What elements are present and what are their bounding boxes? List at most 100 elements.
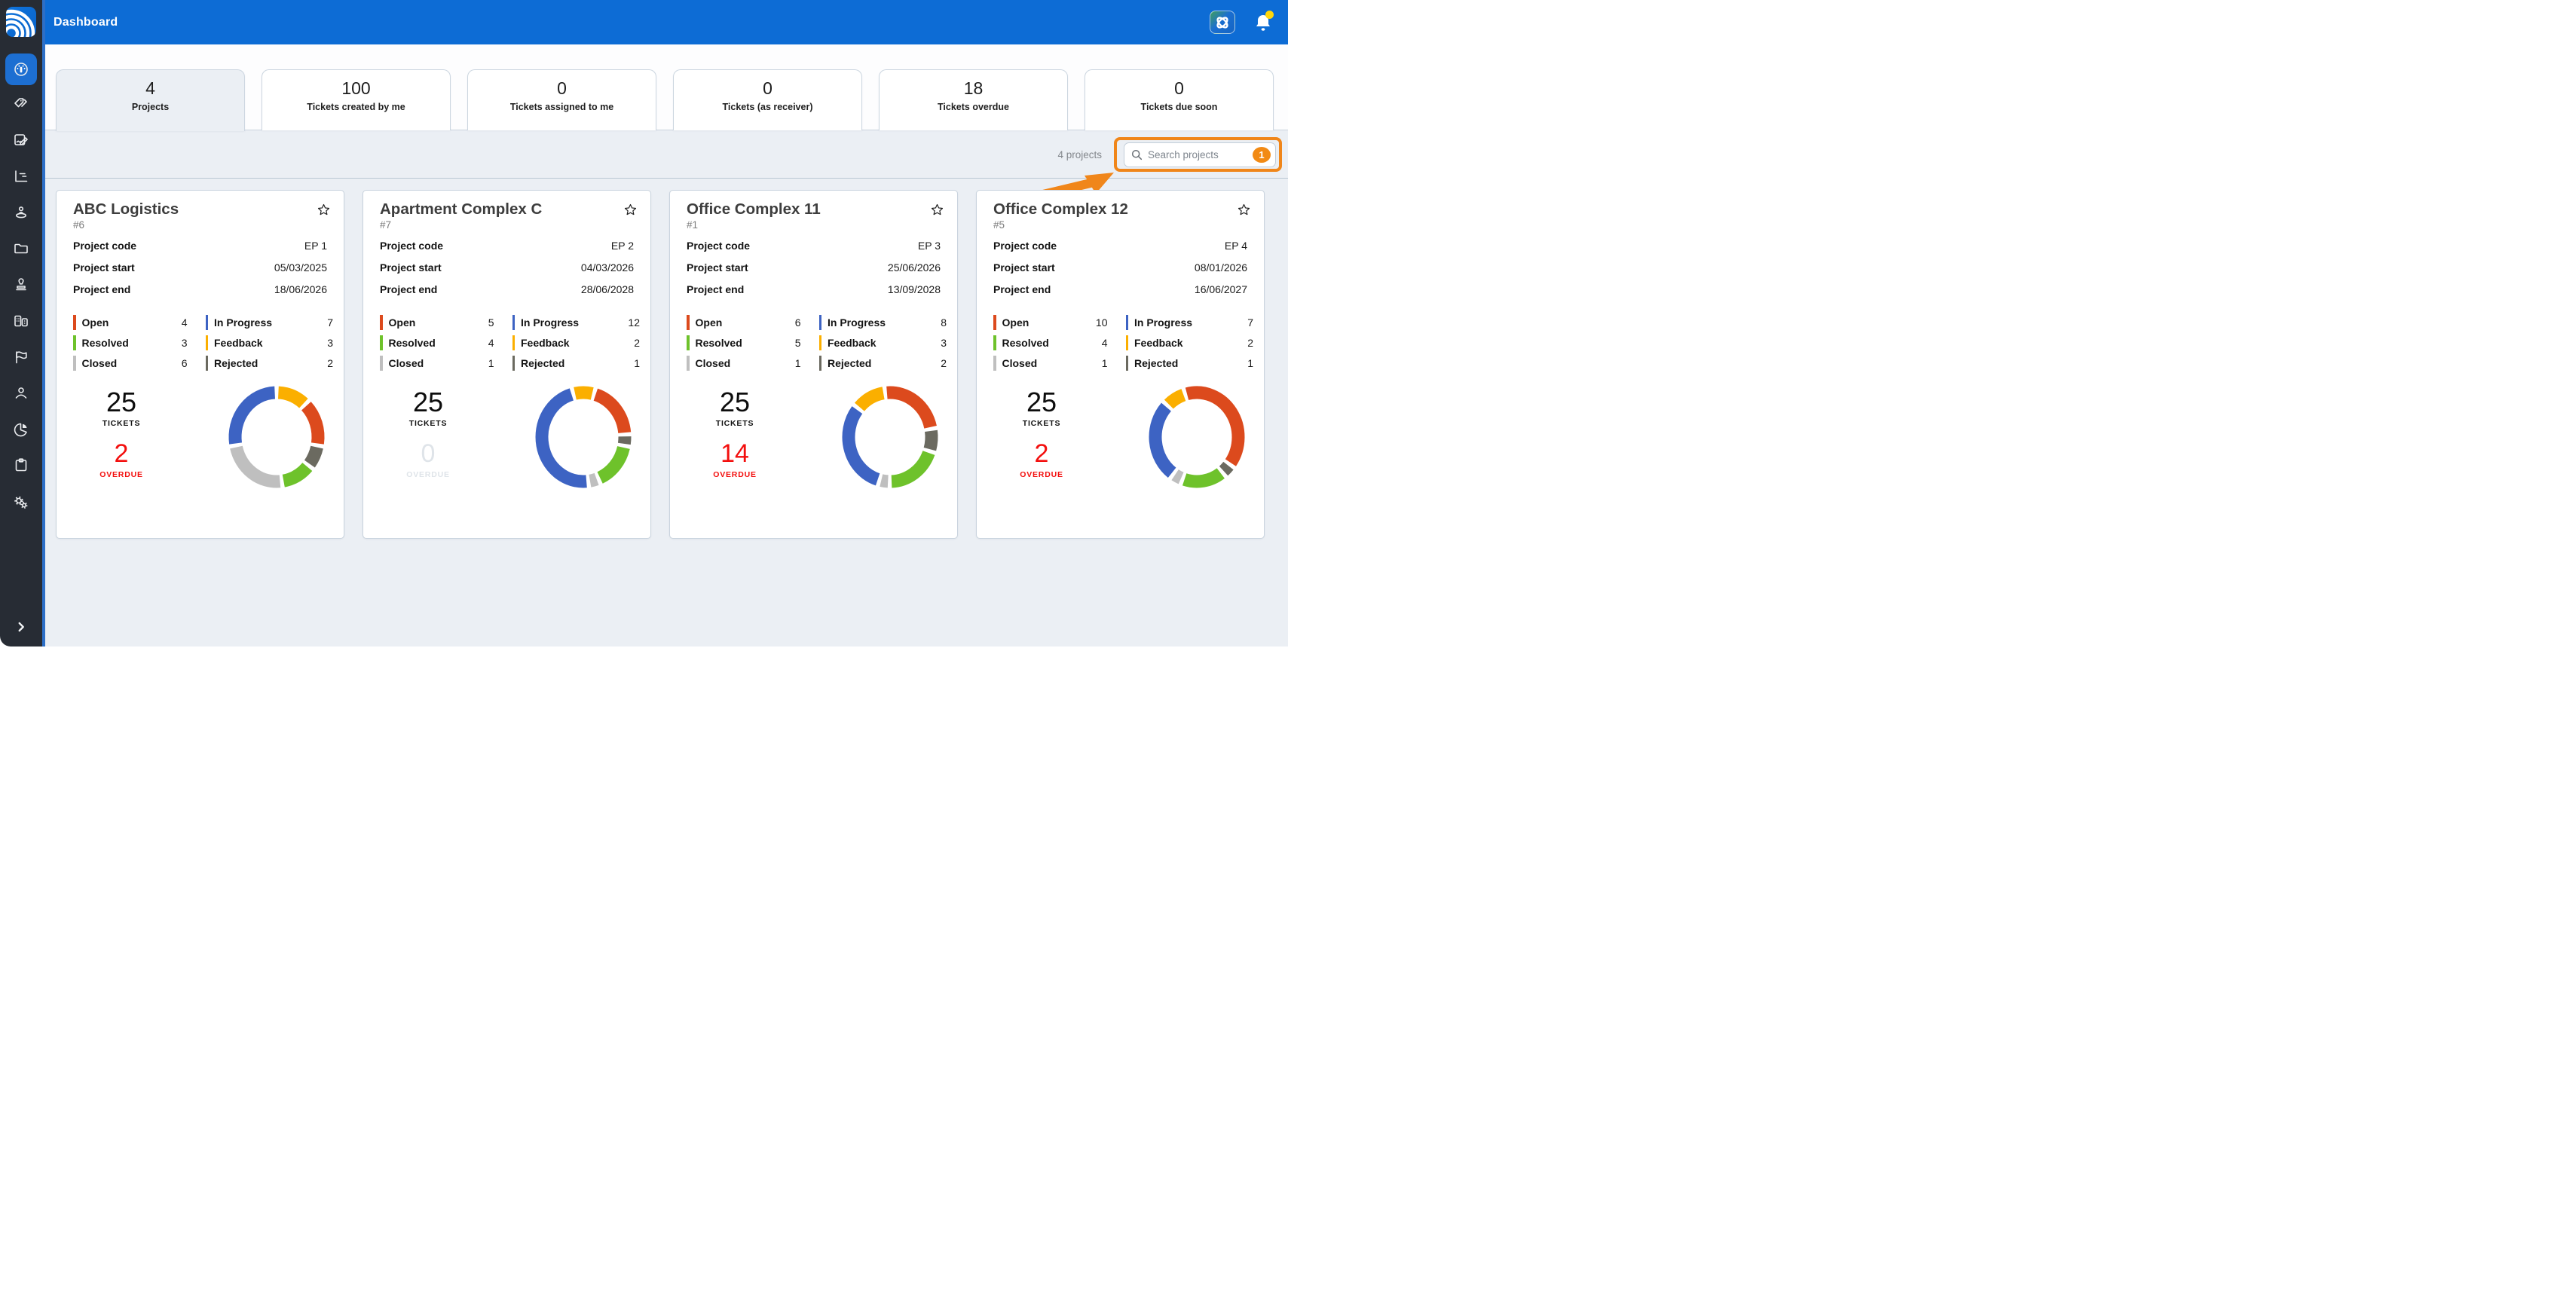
legend-row-rejected: Rejected1 (1126, 353, 1259, 373)
stat-tab-projects[interactable]: 4 Projects (56, 69, 245, 131)
notifications-button[interactable] (1255, 14, 1271, 32)
sidebar-item-buildings[interactable] (0, 304, 42, 338)
legend-label: Closed (82, 357, 118, 369)
legend-row-rejected: Rejected2 (819, 353, 952, 373)
stat-tab-value: 18 (880, 78, 1067, 99)
favorite-star-button[interactable] (930, 203, 944, 221)
project-code-value: EP 1 (304, 240, 327, 252)
logo-arcs-icon (6, 7, 36, 37)
favorite-star-button[interactable] (1237, 203, 1251, 221)
sidebar-item-chart[interactable] (0, 160, 42, 193)
ticket-status-donut-chart (527, 381, 640, 496)
sign-document-icon (13, 132, 29, 148)
legend-row-open: Open10 (993, 312, 1126, 332)
donut-segment-open (595, 395, 624, 433)
legend-row-in_progress: In Progress7 (206, 312, 338, 332)
legend-color-bar (819, 315, 822, 330)
dashboard-icon (13, 61, 29, 78)
legend-count: 2 (1247, 337, 1253, 349)
legend-count: 12 (628, 316, 640, 329)
overdue-block: 0 OVERDUE (383, 440, 473, 478)
sidebar-item-user[interactable] (0, 377, 42, 410)
project-code-value: EP 4 (1225, 240, 1247, 252)
stat-tab-tickets-assigned-to-me[interactable]: 0 Tickets assigned to me (467, 69, 656, 130)
project-card[interactable]: Apartment Complex C #7 Project code EP 2… (363, 190, 651, 539)
project-card[interactable]: Office Complex 12 #5 Project code EP 4 P… (976, 190, 1265, 539)
tickets-total-label: TICKETS (996, 419, 1087, 428)
legend-label: Rejected (214, 357, 258, 369)
legend-count: 2 (634, 337, 640, 349)
legend-row-open: Open4 (73, 312, 206, 332)
stat-tab-value: 4 (57, 78, 244, 99)
project-card[interactable]: Office Complex 11 #1 Project code EP 3 P… (669, 190, 958, 539)
project-end-value: 18/06/2026 (274, 283, 327, 295)
stat-tab-label: Tickets due soon (1085, 102, 1273, 112)
legend-row-in_progress: In Progress7 (1126, 312, 1259, 332)
project-end-value: 28/06/2028 (581, 283, 634, 295)
donut-segment-feedback (859, 393, 883, 407)
legend-row-resolved: Resolved4 (993, 332, 1126, 353)
donut-segment-in_progress (542, 394, 586, 481)
tickets-total-value: 25 (76, 387, 167, 417)
sidebar-item-person-location[interactable] (0, 196, 42, 229)
sidebar-item-stamp[interactable] (0, 268, 42, 301)
project-end-row: Project end 13/09/2028 (687, 278, 941, 300)
search-projects-input[interactable] (1148, 149, 1234, 160)
clipboard-icon (13, 457, 29, 473)
sidebar-item-flag[interactable] (0, 341, 42, 374)
flag-icon (13, 349, 29, 365)
project-code-label: Project code (73, 240, 136, 252)
project-code-value: EP 3 (918, 240, 941, 252)
project-details: Project code EP 2 Project start 04/03/20… (380, 234, 634, 300)
favorite-star-button[interactable] (317, 203, 331, 221)
legend-color-bar (1126, 335, 1129, 350)
sidebar-item-dashboard[interactable] (0, 53, 42, 86)
project-card[interactable]: ABC Logistics #6 Project code EP 1 Proje… (56, 190, 344, 539)
overdue-block: 2 OVERDUE (996, 440, 1087, 478)
legend-color-bar (380, 356, 383, 371)
legend-label: Open (389, 316, 416, 329)
stat-tab-value: 0 (468, 78, 656, 99)
sidebar-item-pie-chart[interactable] (0, 413, 42, 446)
project-code-label: Project code (687, 240, 750, 252)
sidebar-item-folder[interactable] (0, 232, 42, 265)
person-location-icon (13, 204, 29, 221)
tickets-total-label: TICKETS (690, 419, 780, 428)
project-end-row: Project end 28/06/2028 (380, 278, 634, 300)
sidebar-item-tags[interactable] (0, 87, 42, 121)
project-start-label: Project start (380, 261, 442, 274)
legend-column-2: In Progress8Feedback3Rejected2 (819, 312, 952, 373)
app-screen: Dashboard 4 Projects (0, 0, 1288, 646)
legend-row-closed: Closed1 (380, 353, 512, 373)
sidebar-item-settings-gears[interactable] (0, 486, 42, 519)
legend-row-open: Open5 (380, 312, 512, 332)
status-legend: Open5Resolved4Closed1 In Progress12Feedb… (380, 312, 644, 373)
project-details: Project code EP 1 Project start 05/03/20… (73, 234, 327, 300)
overdue-block: 14 OVERDUE (690, 440, 780, 478)
user-icon (13, 385, 29, 402)
legend-count: 8 (941, 316, 947, 329)
stat-tab-tickets-as-receiver-[interactable]: 0 Tickets (as receiver) (673, 69, 862, 130)
chart-icon (13, 168, 29, 185)
donut-segment-open (1187, 393, 1238, 463)
legend-count: 1 (1247, 357, 1253, 369)
sidebar-item-sign-document[interactable] (0, 124, 42, 157)
overdue-label: OVERDUE (690, 470, 780, 479)
donut-segment-open (306, 406, 318, 444)
project-end-row: Project end 18/06/2026 (73, 278, 327, 300)
tickets-total-value: 25 (690, 387, 780, 417)
sidebar-item-clipboard[interactable] (0, 448, 42, 481)
favorite-star-button[interactable] (623, 203, 638, 221)
apps-launcher-button[interactable] (1210, 11, 1235, 34)
stat-tab-tickets-due-soon[interactable]: 0 Tickets due soon (1085, 69, 1274, 130)
stat-tab-value: 0 (674, 78, 861, 99)
project-start-value: 25/06/2026 (888, 261, 941, 274)
legend-label: Open (82, 316, 109, 329)
stat-tab-tickets-created-by-me[interactable]: 100 Tickets created by me (262, 69, 451, 130)
legend-count: 1 (795, 357, 801, 369)
legend-row-open: Open6 (687, 312, 819, 332)
sidebar-expand-button[interactable] (0, 612, 42, 642)
legend-color-bar (993, 335, 996, 350)
legend-color-bar (687, 315, 690, 330)
stat-tab-tickets-overdue[interactable]: 18 Tickets overdue (879, 69, 1068, 130)
